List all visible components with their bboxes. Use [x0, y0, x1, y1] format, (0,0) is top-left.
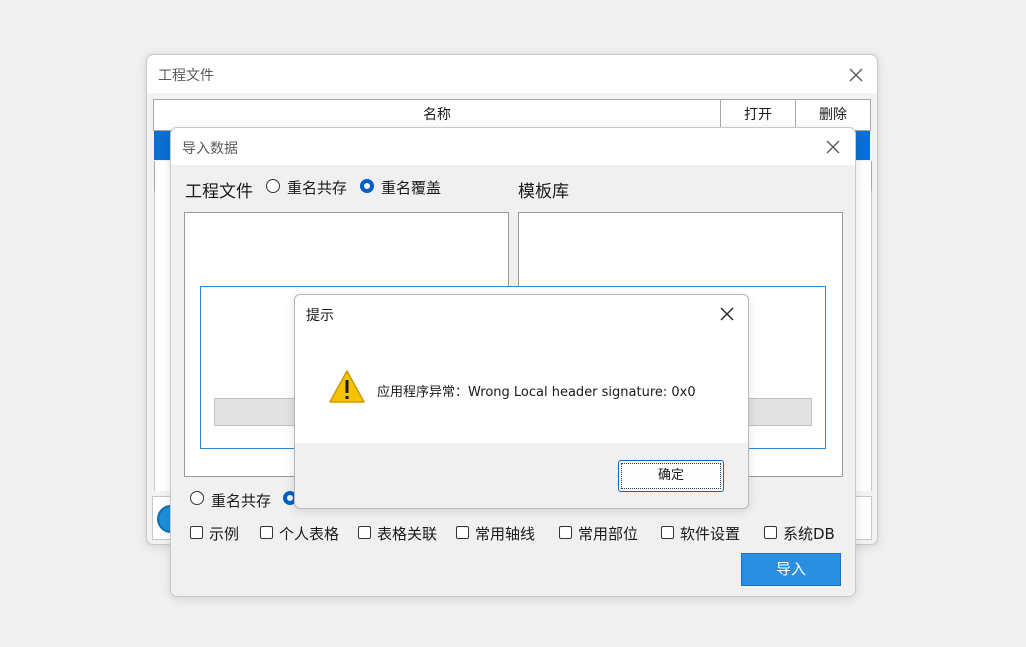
checkbox-system-db-label[interactable]: 系统DB [783, 523, 835, 544]
project-window-close-icon[interactable] [845, 64, 867, 86]
checkbox-personal-tables[interactable] [260, 526, 273, 539]
checkbox-example[interactable] [190, 526, 203, 539]
column-header-name[interactable]: 名称 [154, 100, 721, 130]
checkbox-table-links[interactable] [358, 526, 371, 539]
project-section-label: 工程文件 [185, 182, 253, 202]
bottom-radio-keep-both-label[interactable]: 重名共存 [211, 490, 271, 511]
radio-overwrite[interactable] [360, 179, 374, 193]
radio-overwrite-label[interactable]: 重名覆盖 [381, 177, 441, 198]
import-window-title: 导入数据 [182, 141, 238, 157]
checkbox-common-axes[interactable] [456, 526, 469, 539]
project-window-title: 工程文件 [158, 68, 214, 84]
alert-title: 提示 [306, 308, 334, 324]
checkbox-table-links-label[interactable]: 表格关联 [377, 523, 437, 544]
column-header-delete[interactable]: 删除 [796, 100, 870, 130]
radio-keep-both[interactable] [266, 179, 280, 193]
warning-icon [328, 369, 366, 405]
column-header-open[interactable]: 打开 [721, 100, 796, 130]
import-window-titlebar [171, 128, 855, 165]
alert-close-icon[interactable] [716, 303, 738, 325]
checkbox-common-parts[interactable] [559, 526, 572, 539]
checkbox-software-settings-label[interactable]: 软件设置 [680, 523, 740, 544]
checkbox-personal-tables-label[interactable]: 个人表格 [279, 523, 339, 544]
import-button[interactable]: 导入 [741, 553, 841, 586]
bottom-radio-keep-both[interactable] [190, 491, 204, 505]
checkbox-system-db[interactable] [764, 526, 777, 539]
checkbox-common-axes-label[interactable]: 常用轴线 [475, 523, 535, 544]
alert-ok-button[interactable]: 确定 [618, 460, 724, 492]
project-window-titlebar [147, 55, 877, 93]
template-section-label: 模板库 [518, 182, 569, 202]
checkbox-example-label[interactable]: 示例 [209, 523, 239, 544]
alert-message: 应用程序异常：Wrong Local header signature: 0x0 [377, 385, 696, 400]
import-window-close-icon[interactable] [822, 136, 844, 158]
alert-dialog: 提示 应用程序异常：Wrong Local header signature: … [294, 294, 749, 509]
checkbox-common-parts-label[interactable]: 常用部位 [578, 523, 638, 544]
radio-keep-both-label[interactable]: 重名共存 [287, 177, 347, 198]
checkbox-software-settings[interactable] [661, 526, 674, 539]
